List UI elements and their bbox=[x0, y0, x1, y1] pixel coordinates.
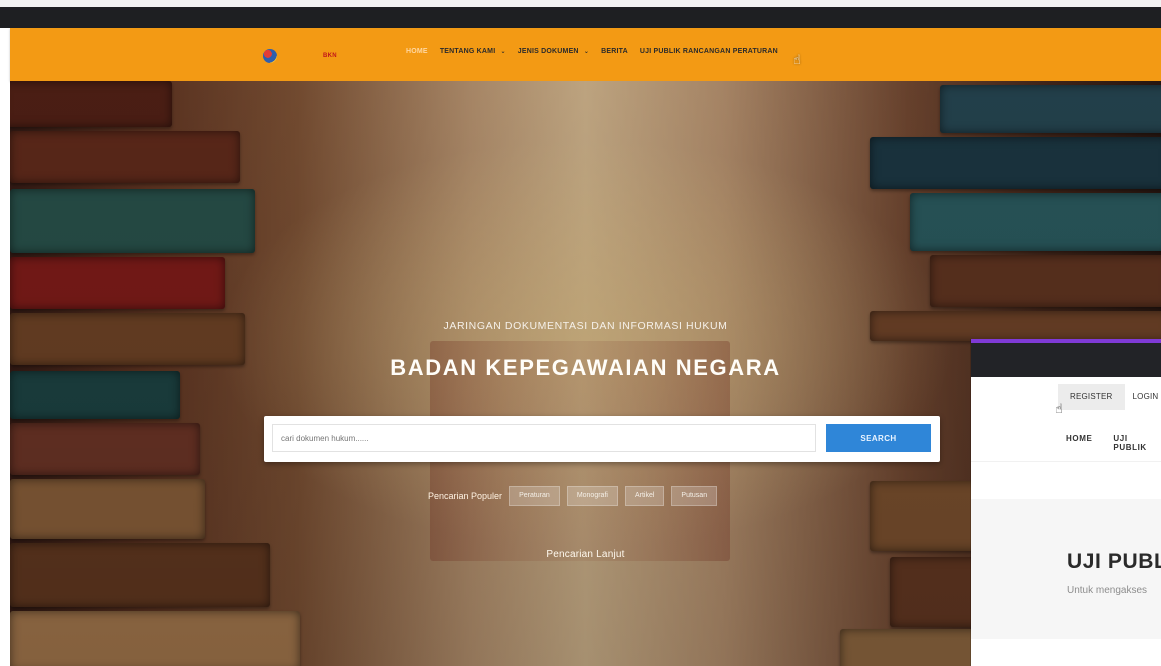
register-button[interactable]: REGISTER bbox=[1058, 384, 1125, 410]
chip-putusan[interactable]: Putusan bbox=[671, 486, 718, 506]
chip-monografi[interactable]: Monografi bbox=[566, 486, 618, 506]
search-input[interactable] bbox=[272, 424, 816, 452]
pointer-hand-icon: ☝ bbox=[1055, 401, 1063, 416]
nav-home[interactable]: HOME bbox=[406, 48, 428, 55]
inset-browser-bar bbox=[971, 339, 1161, 377]
nav-tentang-kami[interactable]: TENTANG KAMI ⌄ bbox=[440, 48, 506, 55]
popular-label: Pencarian Populer bbox=[428, 491, 503, 501]
nav-jenis-dokumen[interactable]: JENIS DOKUMEN ⌄ bbox=[518, 48, 589, 55]
chip-artikel[interactable]: Artikel bbox=[624, 486, 665, 506]
globe-logo-icon bbox=[263, 49, 277, 63]
chip-peraturan[interactable]: Peraturan bbox=[509, 486, 560, 506]
chevron-down-icon: ⌄ bbox=[583, 49, 590, 55]
inset-screenshot: REGISTER LOGIN HOME UJI PUBLIK UJI PUBLI… bbox=[971, 339, 1161, 666]
site-navbar: BKN HOME TENTANG KAMI ⌄ JENIS DOKUMEN ⌄ … bbox=[10, 28, 1161, 81]
main-menu: HOME TENTANG KAMI ⌄ JENIS DOKUMEN ⌄ BERI… bbox=[406, 48, 778, 55]
inset-nav-home[interactable]: HOME bbox=[1066, 434, 1092, 452]
nav-home-label: HOME bbox=[406, 48, 428, 55]
inset-auth-links: REGISTER LOGIN bbox=[1058, 384, 1161, 410]
login-button[interactable]: LOGIN bbox=[1125, 384, 1161, 410]
popular-search: Pencarian Populer Peraturan Monografi Ar… bbox=[428, 486, 718, 506]
inset-nav: HOME UJI PUBLIK bbox=[1066, 434, 1161, 452]
nav-berita-label: BERITA bbox=[601, 48, 628, 55]
nav-uji-publik-label: UJI PUBLIK RANCANGAN PERATURAN bbox=[639, 48, 778, 55]
inset-heading: UJI PUBLIK bbox=[1067, 550, 1161, 573]
search-button[interactable]: SEARCH bbox=[826, 424, 931, 452]
browser-top-bar bbox=[0, 0, 1161, 28]
nav-tentang-kami-label: TENTANG KAMI bbox=[439, 48, 496, 55]
search-panel: SEARCH bbox=[264, 416, 940, 462]
chevron-down-icon: ⌄ bbox=[500, 49, 506, 55]
nav-berita[interactable]: BERITA bbox=[601, 48, 628, 55]
nav-uji-publik[interactable]: UJI PUBLIK RANCANGAN PERATURAN bbox=[640, 48, 778, 55]
inset-nav-uji-publik[interactable]: UJI PUBLIK bbox=[1113, 434, 1161, 452]
nav-jenis-dokumen-label: JENIS DOKUMEN bbox=[517, 48, 579, 55]
site-logo[interactable]: BKN bbox=[263, 49, 365, 63]
inset-subtext: Untuk mengakses bbox=[1067, 585, 1148, 596]
hero-kicker: JARINGAN DOKUMENTASI DAN INFORMASI HUKUM bbox=[443, 320, 728, 332]
pointer-hand-icon: ☝ bbox=[793, 52, 801, 67]
inset-divider bbox=[971, 461, 1161, 462]
bkn-logo-text: BKN bbox=[323, 53, 337, 59]
